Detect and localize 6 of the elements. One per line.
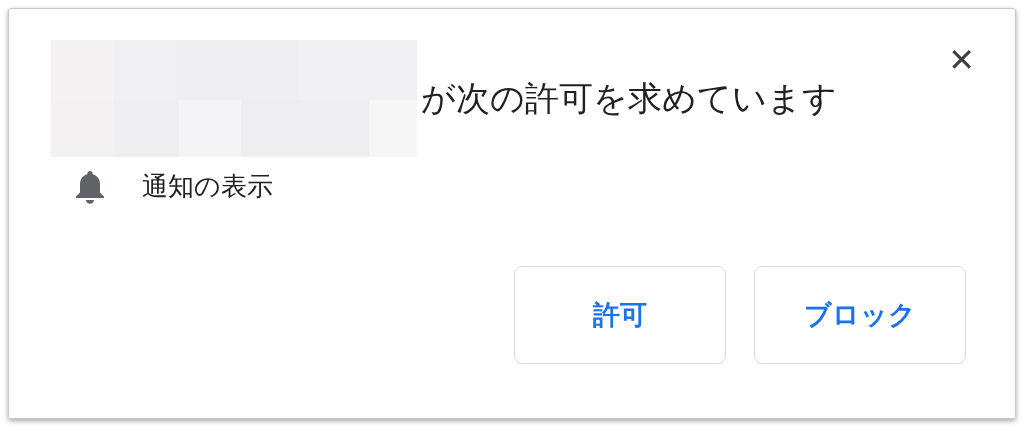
permission-label: 通知の表示 bbox=[142, 170, 273, 203]
dialog-button[interactable]: 許可 bbox=[514, 266, 726, 364]
bell-icon bbox=[75, 169, 105, 204]
prompt-title: が次の許可を求めています bbox=[421, 76, 837, 120]
close-button[interactable]: ✕ bbox=[944, 44, 979, 76]
dialog-button[interactable]: ブロック bbox=[754, 266, 966, 364]
